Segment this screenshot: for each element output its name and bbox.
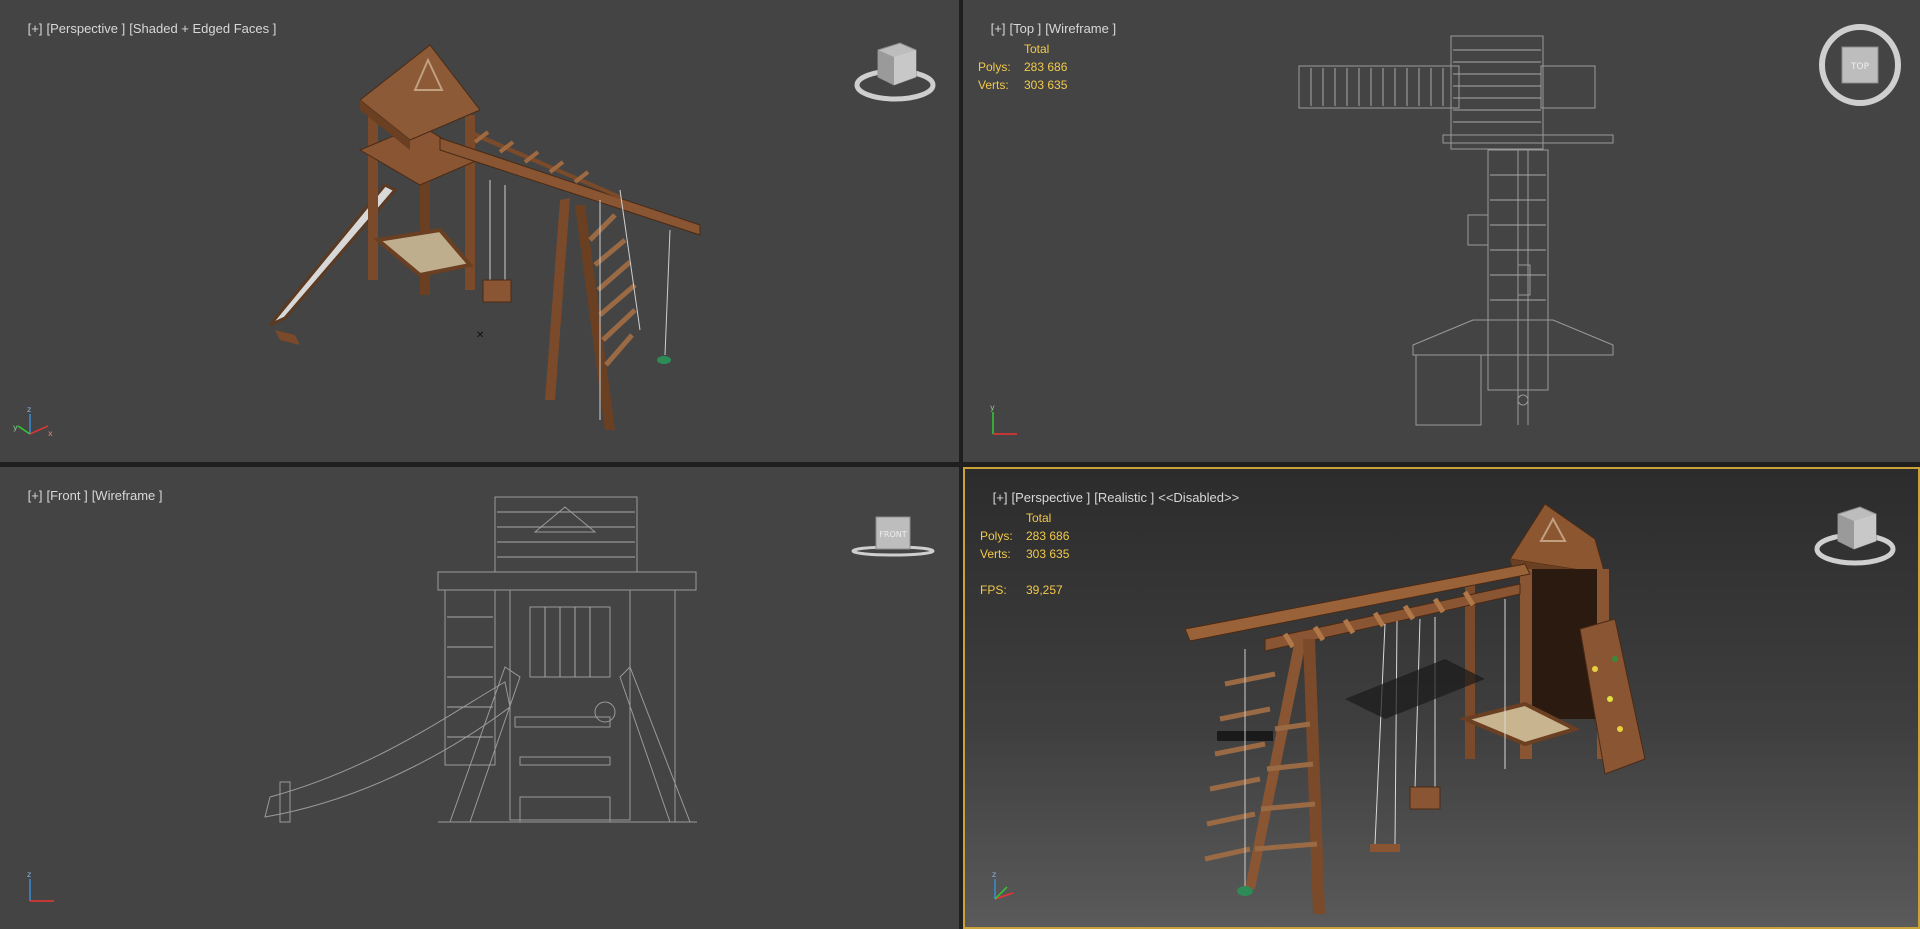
svg-text:y: y	[990, 403, 995, 412]
svg-text:y: y	[13, 423, 18, 432]
svg-text:z: z	[27, 870, 31, 879]
axis-tripod-icon: y	[990, 403, 1017, 435]
svg-text:z: z	[27, 405, 31, 414]
axis-tripod-icon: z	[992, 870, 1014, 900]
playground-model-realistic[interactable]	[965, 469, 1918, 927]
svg-text:✕: ✕	[476, 330, 484, 341]
viewport-layout: [+] [Perspective ] [Shaded + Edged Faces ]	[0, 0, 1920, 929]
playground-model-wireframe-top[interactable]	[963, 0, 1920, 462]
viewcube-face-label: FRONT	[879, 530, 906, 539]
playground-model-wireframe-front[interactable]	[0, 467, 959, 929]
viewcube-face-label: TOP	[1850, 62, 1870, 72]
svg-text:x: x	[48, 429, 53, 438]
viewport-top-wireframe[interactable]: [+] [Top ] [Wireframe ] Total Polys: 283 68…	[963, 0, 1920, 462]
viewcube-icon[interactable]	[1810, 499, 1900, 574]
axis-tripod-icon: z	[27, 870, 54, 902]
svg-text:z: z	[992, 870, 996, 879]
viewport-perspective-realistic[interactable]: [+] [Perspective ] [Realistic ] <<Disabled>…	[963, 467, 1920, 929]
viewcube-icon[interactable]	[850, 35, 940, 110]
viewcube-icon[interactable]: TOP	[1815, 20, 1905, 110]
viewport-front-wireframe[interactable]: [+] [Front ] [Wireframe ] FRONT z	[0, 467, 959, 929]
viewcube-icon[interactable]: FRONT	[848, 515, 938, 560]
viewport-perspective-shaded[interactable]: [+] [Perspective ] [Shaded + Edged Faces ]	[0, 0, 959, 462]
playground-model-shaded[interactable]: ✕	[0, 0, 959, 462]
axis-tripod-icon: z y x	[13, 405, 53, 438]
